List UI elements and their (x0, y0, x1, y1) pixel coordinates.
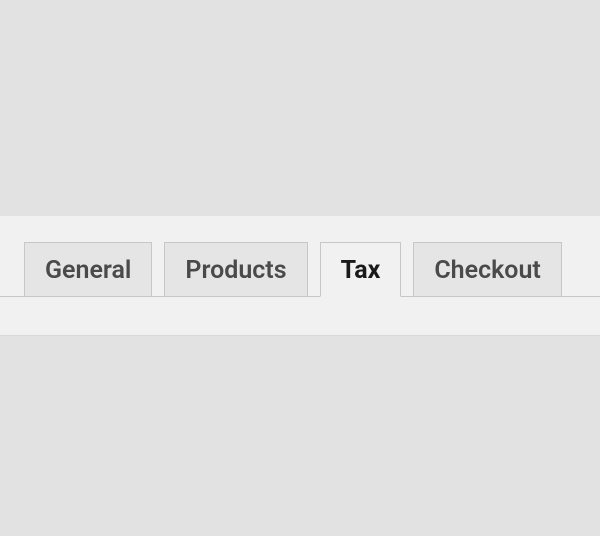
tab-general[interactable]: General (24, 242, 152, 298)
tab-checkout[interactable]: Checkout (413, 242, 561, 298)
tab-products[interactable]: Products (164, 242, 307, 298)
settings-tabbar-wrapper: General Products Tax Checkout (0, 216, 600, 336)
tab-tax[interactable]: Tax (320, 242, 402, 298)
settings-tabbar: General Products Tax Checkout (24, 280, 562, 336)
